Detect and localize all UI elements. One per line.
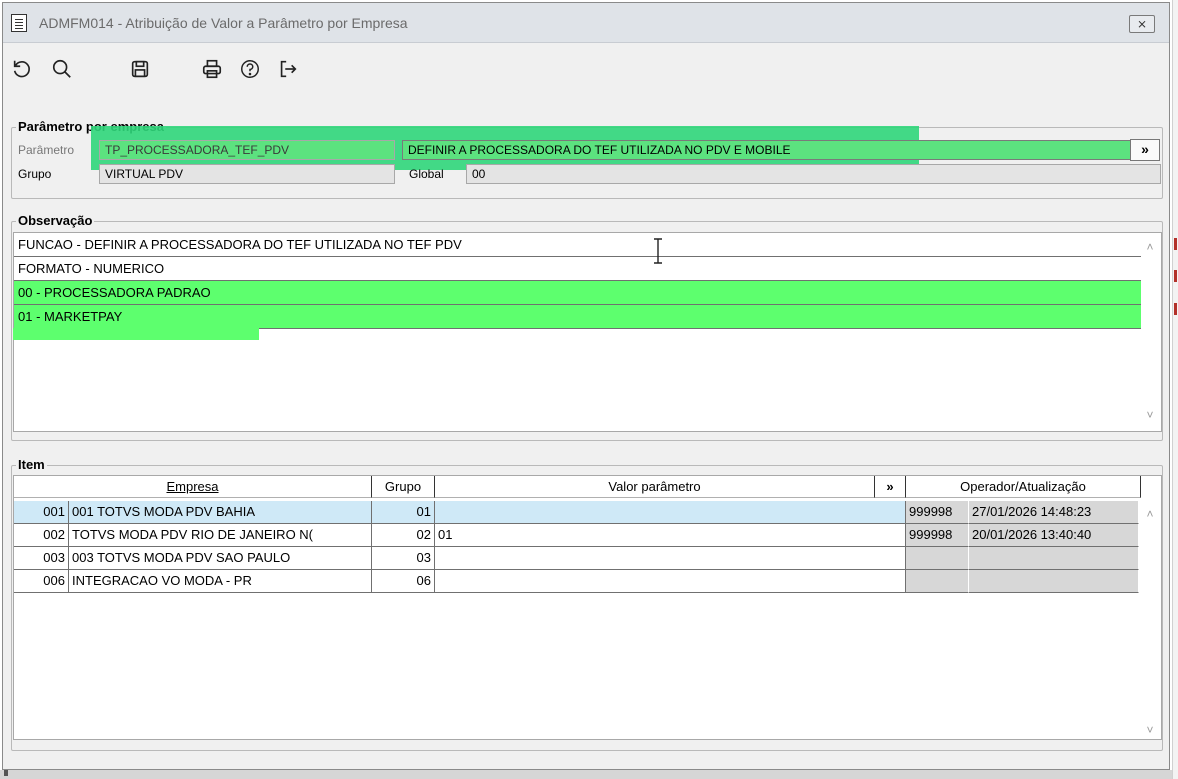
text-cursor-icon (654, 238, 662, 264)
cell-grupo: 02 (372, 524, 435, 547)
cell-grupo: 01 (372, 501, 435, 524)
cell-code: 003 (14, 547, 69, 570)
cell-code: 006 (14, 570, 69, 593)
observacao-line: FORMATO - NUMERICO (14, 257, 1141, 281)
exit-icon[interactable] (275, 56, 301, 82)
item-grid: Empresa Grupo Valor parâmetro » Operador… (13, 475, 1162, 740)
scroll-up-icon[interactable]: ˄ (1144, 508, 1156, 520)
cell-valor[interactable] (435, 547, 906, 570)
table-row[interactable]: 006 INTEGRACAO VO MODA - PR 06 (14, 570, 1141, 593)
cell-operador (906, 570, 969, 593)
item-group-title: Item (16, 457, 47, 473)
cell-operador (906, 547, 969, 570)
observacao-group-title: Observação (16, 213, 95, 229)
main-window: ADMFM014 - Atribuição de Valor a Parâmet… (2, 2, 1170, 770)
cell-valor[interactable] (435, 501, 906, 524)
cell-empresa: INTEGRACAO VO MODA - PR (69, 570, 372, 593)
column-header-valor[interactable]: Valor parâmetro (435, 476, 875, 498)
help-icon[interactable] (237, 56, 263, 82)
save-icon[interactable] (127, 56, 153, 82)
background-mark (1174, 270, 1177, 282)
cell-code: 001 (14, 501, 69, 524)
cell-data (969, 547, 1139, 570)
cell-operador: 999998 (906, 501, 969, 524)
table-row[interactable]: 001 001 TOTVS MODA PDV BAHIA 01 999998 2… (14, 501, 1141, 524)
scroll-down-icon[interactable]: ˅ (1144, 409, 1156, 421)
cell-data (969, 570, 1139, 593)
cell-code: 002 (14, 524, 69, 547)
cell-empresa: 001 TOTVS MODA PDV BAHIA (69, 501, 372, 524)
parametro-label: Parâmetro (18, 143, 75, 157)
scroll-up-icon[interactable]: ˄ (1144, 241, 1156, 253)
background-window-edge (1172, 0, 1178, 779)
cell-empresa: TOTVS MODA PDV RIO DE JANEIRO N( (69, 524, 372, 547)
column-header-empresa[interactable]: Empresa (14, 476, 372, 498)
highlight-band (13, 328, 259, 340)
status-bar (0, 770, 1172, 779)
cell-data: 20/01/2026 13:40:40 (969, 524, 1139, 547)
cell-grupo: 06 (372, 570, 435, 593)
title-bar: ADMFM014 - Atribuição de Valor a Parâmet… (3, 3, 1169, 43)
scroll-down-icon[interactable]: ˅ (1144, 724, 1156, 736)
column-header-operador[interactable]: Operador/Atualização (906, 476, 1141, 498)
observacao-line: FUNCAO - DEFINIR A PROCESSADORA DO TEF U… (14, 233, 1141, 257)
status-icon (4, 770, 8, 776)
cell-data: 27/01/2026 14:48:23 (969, 501, 1139, 524)
document-icon (11, 14, 27, 32)
cell-operador: 999998 (906, 524, 969, 547)
grid-header: Empresa Grupo Valor parâmetro » Operador… (14, 476, 1141, 498)
table-row[interactable]: 003 003 TOTVS MODA PDV SAO PAULO 03 (14, 547, 1141, 570)
grupo-label: Grupo (18, 167, 52, 181)
toolbar (3, 44, 1169, 102)
column-header-more-button[interactable]: » (875, 476, 906, 498)
parametro-lookup-button[interactable]: » (1130, 139, 1160, 161)
print-icon[interactable] (199, 56, 225, 82)
cell-valor[interactable] (435, 570, 906, 593)
global-label: Global (409, 167, 444, 181)
background-mark (1174, 238, 1177, 250)
column-header-grupo[interactable]: Grupo (372, 476, 435, 498)
undo-icon[interactable] (9, 56, 35, 82)
observacao-line: 01 - MARKETPAY (14, 305, 1141, 329)
screen: ADMFM014 - Atribuição de Valor a Parâmet… (0, 0, 1178, 779)
observacao-line: 00 - PROCESSADORA PADRAO (14, 281, 1141, 305)
search-icon[interactable] (49, 56, 75, 82)
table-row[interactable]: 002 TOTVS MODA PDV RIO DE JANEIRO N( 02 … (14, 524, 1141, 547)
parametro-description-field: DEFINIR A PROCESSADORA DO TEF UTILIZADA … (402, 140, 1138, 160)
background-mark (1174, 303, 1177, 315)
cell-valor[interactable]: 01 (435, 524, 906, 547)
parametro-code-field[interactable]: TP_PROCESSADORA_TEF_PDV (99, 140, 395, 160)
cell-grupo: 03 (372, 547, 435, 570)
window-title: ADMFM014 - Atribuição de Valor a Parâmet… (39, 15, 408, 31)
grupo-field: VIRTUAL PDV (99, 164, 395, 184)
close-button[interactable]: ⨯ (1129, 15, 1155, 33)
global-field: 00 (466, 164, 1161, 184)
cell-empresa: 003 TOTVS MODA PDV SAO PAULO (69, 547, 372, 570)
